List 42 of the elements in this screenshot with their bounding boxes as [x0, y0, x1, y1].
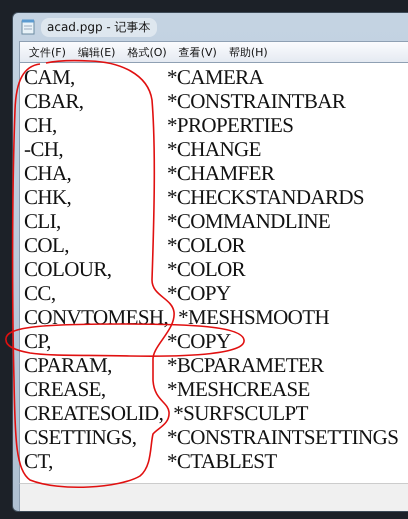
- command-name: *PROPERTIES: [167, 112, 294, 138]
- command-alias: CH,: [24, 112, 57, 138]
- command-alias: CT,: [24, 448, 53, 474]
- command-name: *COLOR: [167, 256, 246, 282]
- command-name: *CHAMFER: [167, 160, 274, 186]
- command-alias: CC,: [24, 280, 56, 306]
- command-alias: CP,: [24, 328, 51, 354]
- text-area[interactable]: [19, 63, 408, 483]
- menu-item[interactable]: 格式(O): [122, 42, 172, 62]
- menu-item[interactable]: 帮助(H): [224, 42, 273, 62]
- command-name: *BCPARAMETER: [167, 352, 324, 378]
- window-title: acad.pgp - 记事本: [41, 18, 157, 36]
- menu-item[interactable]: 查看(V): [174, 42, 222, 62]
- command-alias: CREATESOLID,: [24, 400, 164, 426]
- command-alias: COL,: [24, 232, 69, 258]
- command-name: *CONSTRAINTBAR: [167, 88, 346, 114]
- menu-item[interactable]: 文件(F): [24, 42, 71, 62]
- command-alias: CHA,: [24, 160, 72, 186]
- command-alias: CHK,: [24, 184, 72, 210]
- command-alias: CSETTINGS,: [24, 424, 136, 450]
- command-alias: COLOUR,: [24, 256, 112, 282]
- command-name: *SURFSCULPT: [173, 400, 308, 426]
- command-alias: CREASE,: [24, 376, 106, 402]
- command-name: *COMMANDLINE: [167, 208, 330, 234]
- command-name: *MESHSMOOTH: [178, 304, 330, 330]
- command-name: *CAMERA: [167, 64, 264, 90]
- command-name: *CONSTRAINTSETTINGS: [167, 424, 398, 450]
- command-alias: -CH,: [24, 136, 64, 162]
- command-name: *COPY: [167, 328, 231, 354]
- command-name: *CHECKSTANDARDS: [167, 184, 364, 210]
- command-alias: CLI,: [24, 208, 61, 234]
- command-name: *COPY: [167, 280, 231, 306]
- command-alias: CBAR,: [24, 88, 84, 114]
- command-name: *CHANGE: [167, 136, 261, 162]
- command-alias: CONVTOMESH,: [24, 304, 168, 330]
- command-name: *COLOR: [167, 232, 246, 258]
- menu-item[interactable]: 编辑(E): [72, 42, 120, 62]
- command-alias: CAM,: [24, 64, 75, 90]
- notepad-icon: [21, 19, 35, 35]
- command-name: *CTABLEST: [167, 448, 277, 474]
- command-alias: CPARAM,: [24, 352, 112, 378]
- command-name: *MESHCREASE: [167, 376, 310, 402]
